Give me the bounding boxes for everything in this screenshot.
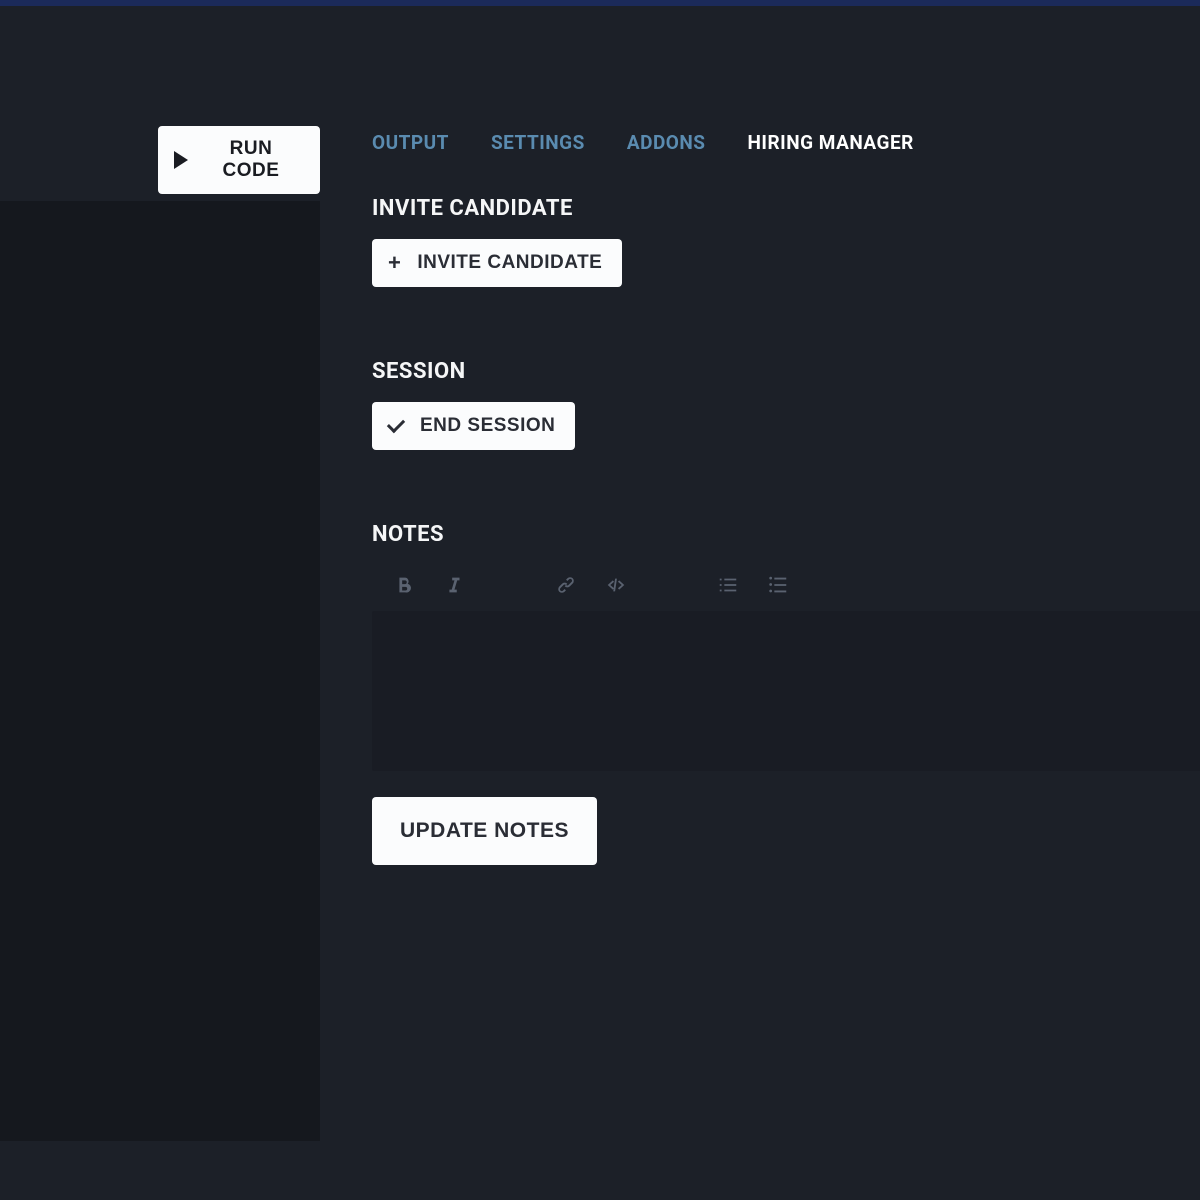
run-code-button[interactable]: RUN CODE: [158, 126, 320, 194]
right-column: OUTPUT SETTINGS ADDONS HIRING MANAGER IN…: [320, 6, 1200, 1200]
end-session-label: END SESSION: [420, 415, 555, 437]
run-code-label: RUN CODE: [202, 138, 300, 182]
tab-output[interactable]: OUTPUT: [372, 131, 449, 154]
bullet-list-icon[interactable]: [766, 573, 790, 597]
notes-toolbar: [372, 565, 1200, 611]
session-section: SESSION END SESSION: [372, 359, 1200, 450]
tab-settings[interactable]: SETTINGS: [491, 131, 585, 154]
invite-button-label: INVITE CANDIDATE: [417, 252, 602, 274]
left-column: RUN CODE: [0, 6, 320, 1200]
check-icon: [387, 415, 405, 433]
code-icon[interactable]: [604, 573, 628, 597]
main-container: RUN CODE OUTPUT SETTINGS ADDONS HIRING M…: [0, 6, 1200, 1200]
invite-candidate-section: INVITE CANDIDATE + INVITE CANDIDATE: [372, 196, 1200, 287]
bold-icon[interactable]: [392, 573, 416, 597]
tab-addons[interactable]: ADDONS: [627, 131, 706, 154]
ordered-list-icon[interactable]: [716, 573, 740, 597]
invite-candidate-button[interactable]: + INVITE CANDIDATE: [372, 239, 622, 287]
notes-header: NOTES: [372, 522, 1200, 547]
play-icon: [174, 151, 188, 169]
invite-header: INVITE CANDIDATE: [372, 196, 1200, 221]
tab-hiring-manager[interactable]: HIRING MANAGER: [748, 131, 914, 154]
italic-icon[interactable]: [442, 573, 466, 597]
session-header: SESSION: [372, 359, 1200, 384]
tab-bar: OUTPUT SETTINGS ADDONS HIRING MANAGER: [372, 131, 1200, 154]
link-icon[interactable]: [554, 573, 578, 597]
code-editor-panel[interactable]: [0, 201, 320, 1141]
update-notes-button[interactable]: UPDATE NOTES: [372, 797, 597, 865]
notes-textarea[interactable]: [372, 611, 1200, 771]
plus-icon: +: [388, 252, 401, 274]
end-session-button[interactable]: END SESSION: [372, 402, 575, 450]
notes-section: NOTES: [372, 522, 1200, 865]
